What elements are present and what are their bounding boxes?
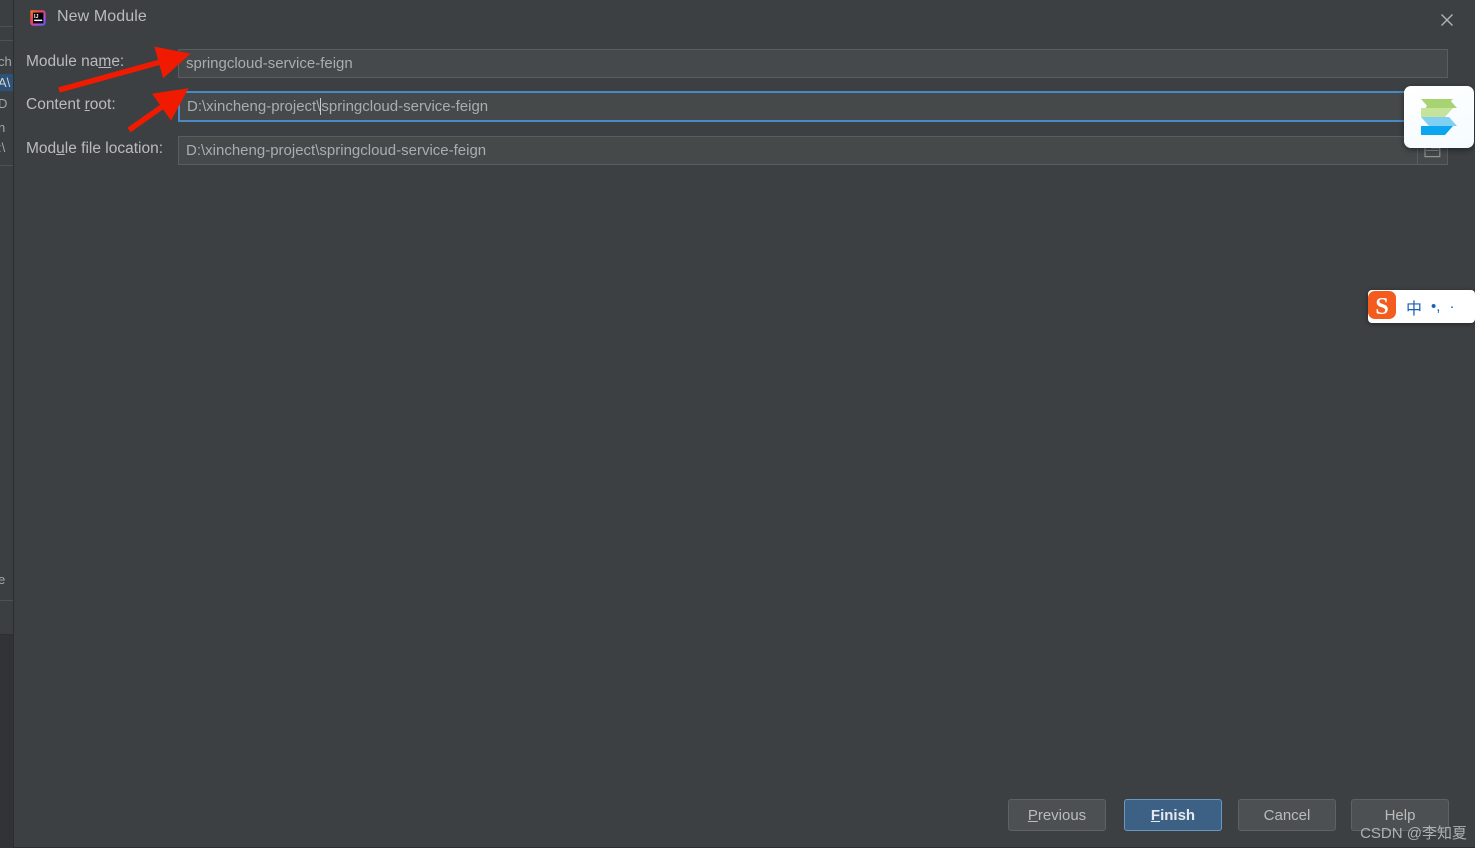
new-module-dialog: IJ New Module Module name: springcloud-s… (14, 0, 1475, 847)
snipaste-logo-icon (1421, 99, 1457, 135)
text-caret (320, 98, 322, 115)
module-name-value: springcloud-service-feign (186, 55, 353, 72)
sogou-punctuation-toggle[interactable]: •, (1431, 298, 1440, 315)
snipaste-floating-icon[interactable] (1404, 86, 1474, 148)
form-row-module-file-location: Module file location: D:\xincheng-projec… (14, 136, 1475, 166)
content-root-label: Content root: (26, 96, 116, 113)
module-name-field[interactable]: springcloud-service-feign (178, 49, 1448, 78)
dialog-button-bar: Previous Finish Cancel Help (14, 795, 1475, 847)
svg-text:S: S (1375, 294, 1388, 320)
sogou-mode-indicator[interactable]: 中 (1406, 295, 1422, 319)
intellij-idea-icon: IJ (28, 8, 48, 28)
form-row-module-name: Module name: springcloud-service-feign (14, 49, 1475, 79)
sogou-input-method-bar[interactable]: S 中 •, · (1368, 290, 1475, 323)
csdn-watermark: CSDN @李知夏 (1360, 825, 1467, 842)
svg-text:IJ: IJ (34, 14, 39, 20)
dialog-form-area: Module name: springcloud-service-feign C… (14, 40, 1475, 847)
form-row-content-root: Content root: D:\xincheng-project\ spring… (14, 91, 1475, 122)
module-file-location-value: D:\xincheng-project\springcloud-service-… (186, 142, 487, 159)
content-root-value-after-caret: springcloud-service-feign (321, 98, 489, 115)
module-file-location-field[interactable]: D:\xincheng-project\springcloud-service-… (178, 136, 1418, 165)
content-root-field[interactable]: D:\xincheng-project\ springcloud-service-… (178, 91, 1418, 122)
ide-fragment-selected: A\ (0, 74, 14, 91)
close-icon[interactable] (1430, 5, 1464, 35)
sogou-extra-icon[interactable]: · (1449, 298, 1454, 315)
module-file-location-label: Module file location: (26, 140, 164, 157)
ide-fragment: n (0, 120, 5, 135)
ide-fragment: D (0, 96, 7, 111)
previous-button[interactable]: Previous (1008, 799, 1106, 831)
dialog-title: New Module (57, 8, 147, 25)
content-root-value-before-caret: D:\xincheng-project\ (187, 98, 321, 115)
sogou-logo-icon: S (1368, 290, 1396, 320)
finish-button[interactable]: Finish (1124, 799, 1222, 831)
ide-fragment: ch (0, 54, 12, 69)
ide-fragment: :\ (0, 140, 6, 155)
cancel-button[interactable]: Cancel (1238, 799, 1336, 831)
ide-fragment: e (0, 572, 5, 587)
module-name-label: Module name: (26, 53, 125, 70)
dialog-titlebar: IJ New Module (14, 0, 1475, 40)
